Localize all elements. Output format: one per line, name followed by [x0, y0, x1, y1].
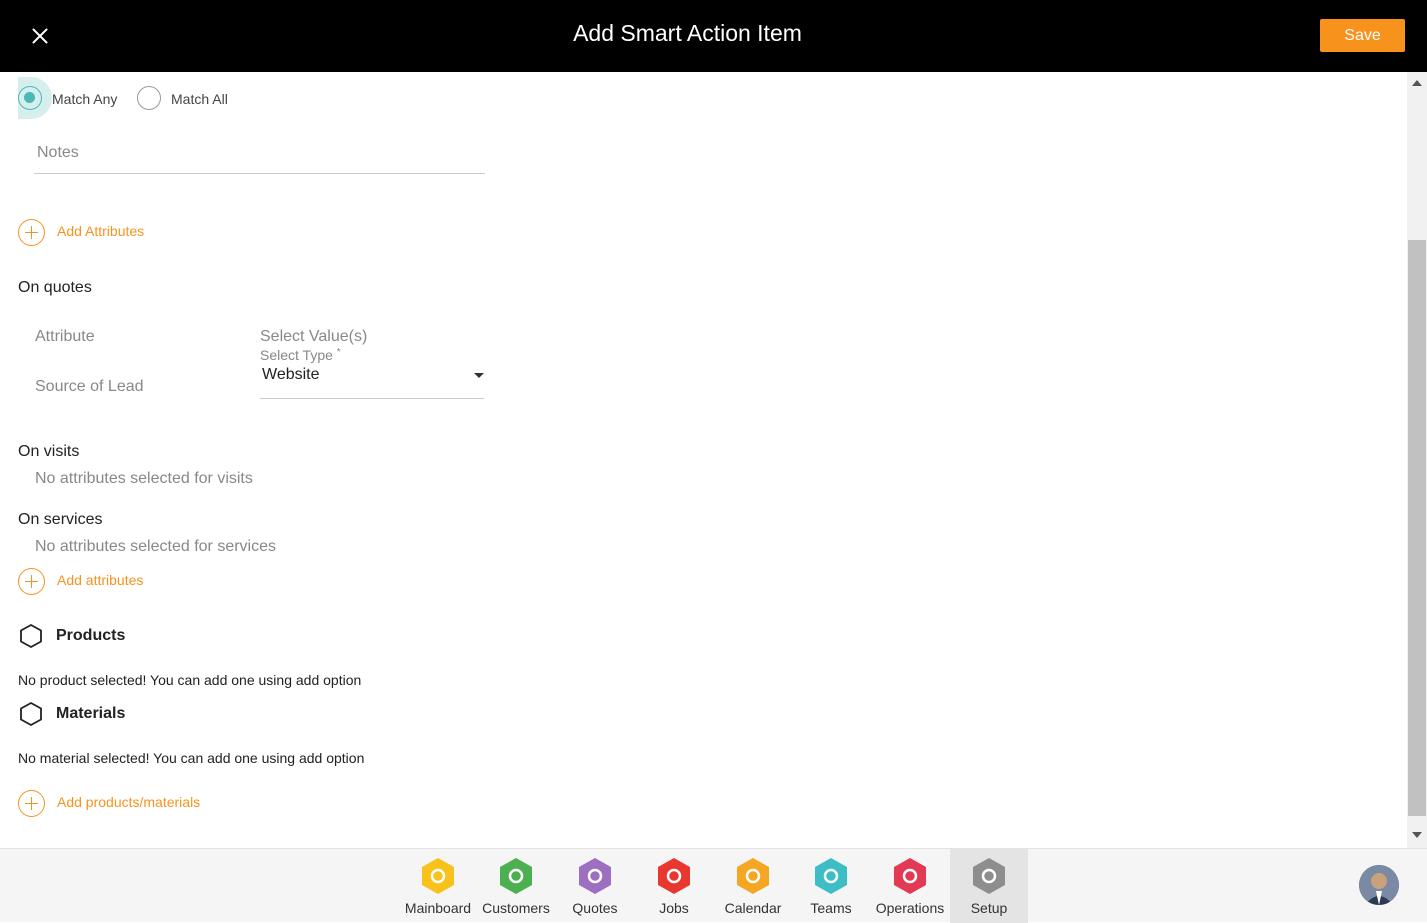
match-all-radio[interactable]	[137, 86, 161, 110]
values-column-header: Select Value(s)	[260, 328, 368, 345]
operations-icon	[894, 858, 926, 894]
select-type-dropdown[interactable]: Website	[262, 366, 320, 384]
form-content: Match Any Match All Notes Add Attributes…	[0, 72, 1407, 848]
add-attributes-2-icon[interactable]	[18, 568, 45, 595]
attribute-column-header: Attribute	[35, 328, 95, 345]
products-heading: Products	[56, 627, 126, 644]
select-type-label: Select Type *	[260, 347, 341, 363]
nav-item-teams[interactable]: Teams	[792, 849, 870, 923]
scrollbar[interactable]	[1407, 72, 1427, 848]
scroll-down-icon[interactable]	[1412, 832, 1422, 838]
user-avatar-icon	[1359, 865, 1399, 905]
nav-label: Jobs	[659, 900, 689, 916]
add-attributes-icon[interactable]	[18, 219, 45, 246]
visits-empty-text: No attributes selected for visits	[35, 470, 253, 487]
chevron-down-icon[interactable]	[474, 373, 484, 378]
materials-hexagon-icon	[20, 701, 42, 727]
materials-heading: Materials	[56, 705, 126, 722]
notes-input[interactable]: Notes	[37, 144, 79, 162]
services-empty-text: No attributes selected for services	[35, 538, 276, 555]
materials-empty-text: No material selected! You can add one us…	[18, 750, 365, 766]
avatar[interactable]	[1359, 865, 1399, 905]
nav-item-quotes[interactable]: Quotes	[556, 849, 634, 923]
services-heading: On services	[18, 511, 103, 528]
scroll-thumb[interactable]	[1408, 240, 1426, 816]
nav-item-customers[interactable]: Customers	[477, 849, 555, 923]
notes-underline	[34, 173, 485, 174]
match-all-label[interactable]: Match All	[171, 91, 228, 107]
products-hexagon-icon	[20, 623, 42, 649]
source-of-lead-label: Source of Lead	[35, 378, 144, 395]
header-bar: Add Smart Action Item Save	[0, 0, 1427, 72]
nav-label: Customers	[482, 900, 550, 916]
nav-label: Teams	[810, 900, 852, 916]
nav-item-jobs[interactable]: Jobs	[635, 849, 713, 923]
save-button[interactable]: Save	[1320, 19, 1405, 52]
match-any-radio[interactable]	[18, 86, 42, 110]
match-any-label[interactable]: Match Any	[52, 91, 117, 107]
bottom-nav: Mainboard Customers Quotes Jobs Calendar Team…	[0, 848, 1427, 923]
mainboard-icon	[422, 858, 454, 894]
nav-item-mainboard[interactable]: Mainboard	[399, 849, 477, 923]
products-empty-text: No product selected! You can add one usi…	[18, 672, 362, 688]
nav-item-calendar[interactable]: Calendar	[714, 849, 792, 923]
quotes-heading: On quotes	[18, 279, 92, 296]
add-products-link[interactable]: Add products/materials	[57, 794, 200, 810]
scroll-up-icon[interactable]	[1412, 80, 1422, 86]
customers-icon	[500, 858, 532, 894]
teams-icon	[815, 858, 847, 894]
calendar-icon	[737, 858, 769, 894]
nav-label: Mainboard	[404, 900, 472, 916]
nav-item-setup[interactable]: Setup	[950, 849, 1028, 923]
add-products-icon[interactable]	[18, 790, 45, 817]
page-title: Add Smart Action Item	[573, 20, 802, 46]
nav-label: Calendar	[724, 900, 782, 916]
select-underline	[260, 398, 484, 399]
nav-label: Setup	[970, 900, 1008, 916]
add-attributes-2-link[interactable]: Add attributes	[57, 572, 143, 588]
setup-icon	[973, 858, 1005, 894]
nav-item-operations[interactable]: Operations	[871, 849, 949, 923]
nav-label: Quotes	[572, 900, 618, 916]
visits-heading: On visits	[18, 443, 80, 460]
quotes-icon	[579, 858, 611, 894]
nav-label: Operations	[875, 900, 945, 916]
jobs-icon	[658, 858, 690, 894]
add-attributes-link[interactable]: Add Attributes	[57, 223, 144, 239]
